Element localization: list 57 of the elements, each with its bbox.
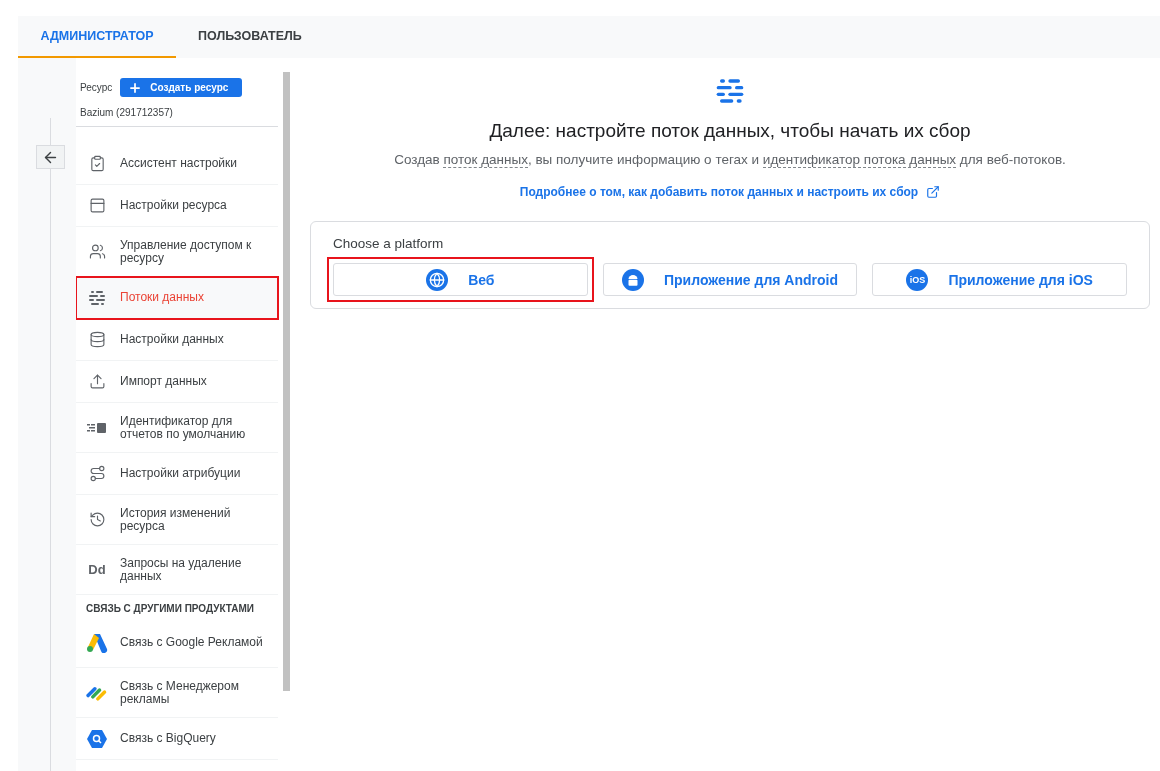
sidebar-item-label: Связь с BigQuery	[120, 732, 216, 745]
sidebar-item[interactable]: Dd Запросы на удаление данных	[76, 545, 278, 595]
sidebar-item[interactable]: Связь с Менеджером рекламы	[76, 668, 278, 718]
sidebar-item-label: Идентификатор для отчетов по умолчанию	[120, 414, 247, 441]
sidebar-item-label: Запросы на удаление данных	[120, 556, 243, 583]
sidebar-item-label: Потоки данных	[120, 291, 204, 304]
clipboard-check-icon	[88, 155, 106, 172]
sidebar-item-label: Связь с Google Рекламой	[120, 636, 263, 649]
data-streams-icon	[88, 288, 106, 307]
sidebar-item-label: Импорт данных	[120, 375, 207, 388]
create-resource-button[interactable]: Создать ресурс	[120, 78, 243, 97]
sidebar-item[interactable]: Настройки ресурса	[76, 185, 278, 227]
resource-name: Bazium (291712357)	[76, 97, 278, 127]
platform-button[interactable]: Приложение для Android	[602, 263, 858, 296]
upload-icon	[88, 373, 106, 390]
sidebar-item-label: Ассистент настройки	[120, 157, 237, 170]
sidebar-item-label: Связь с Менеджером рекламы	[120, 679, 240, 706]
sidebar-item-label: Настройки атрибуции	[120, 467, 241, 480]
resource-label: Ресурс	[80, 82, 113, 93]
layout-icon	[88, 197, 106, 214]
icon-text: Dd	[88, 562, 106, 577]
ios-badge-icon: iOS	[906, 268, 929, 291]
history-icon	[88, 511, 106, 528]
sidebar-item-label: Настройки ресурса	[120, 199, 227, 212]
page-title: Далее: настройте поток данных, чтобы начать их сбор	[489, 120, 971, 142]
android-icon	[621, 268, 644, 291]
people-icon	[88, 243, 106, 260]
database-icon	[88, 331, 106, 348]
sidebar-item[interactable]: Потоки данных	[76, 277, 278, 319]
sidebar-item[interactable]: История изменений ресурса	[76, 495, 278, 545]
scrollbar[interactable]	[283, 72, 290, 691]
bigquery-logo-icon	[86, 728, 108, 749]
description: Создав поток данных, вы получите информацию о тегах и идентификатор потока данных для веб-потоков.	[394, 152, 1066, 167]
learn-more-link[interactable]: Подробнее о том, как добавить поток данных и настроить их сбор	[519, 185, 941, 199]
sidebar-item[interactable]: Связь с BigQuery	[76, 718, 278, 760]
section-heading: СВЯЗЬ С ДРУГИМИ ПРОДУКТАМИ	[85, 602, 256, 616]
sidebar-item-label: Управление доступом к ресурсу	[120, 238, 253, 265]
sidebar-item[interactable]: Ассистент настройки	[76, 143, 278, 185]
data-streams-icon	[715, 76, 745, 106]
plus-icon	[128, 80, 143, 95]
sidebar-item[interactable]: Идентификатор для отчетов по умолчанию	[76, 403, 278, 453]
platform-button[interactable]: iOS Приложение для iOS	[872, 263, 1127, 296]
card-title: Choose a platform	[333, 236, 445, 251]
sidebar-item-label: Настройки данных	[120, 333, 224, 346]
sidebar-item[interactable]: Настройки атрибуции	[76, 453, 278, 495]
sidebar-item[interactable]: Импорт данных	[76, 361, 278, 403]
sidebar-item[interactable]: Настройки данных	[76, 319, 278, 361]
ads-logo-icon	[86, 632, 108, 653]
route-icon	[88, 465, 106, 482]
platform-button[interactable]: Веб	[333, 263, 588, 296]
sidebar-item-label: История изменений ресурса	[120, 506, 232, 533]
back-button[interactable]	[36, 145, 65, 169]
globe-icon	[426, 268, 449, 291]
id-card-icon	[87, 420, 107, 435]
external-link-icon	[926, 185, 941, 199]
sidebar-item[interactable]: Связь с Google Рекламой	[76, 618, 278, 668]
tab[interactable]: ПОЛЬЗОВАТЕЛЬ	[176, 16, 324, 58]
